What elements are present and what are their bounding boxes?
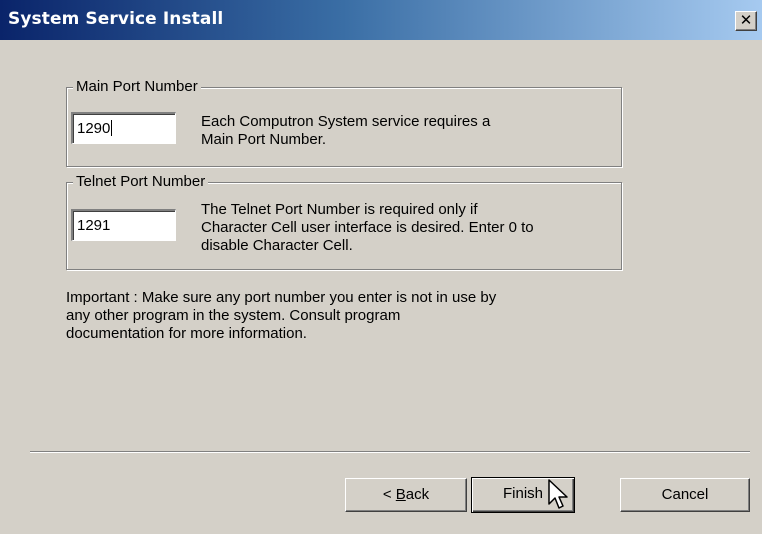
- main-port-value: 1290: [77, 120, 111, 137]
- text-caret: [111, 120, 113, 136]
- separator-line: [30, 451, 750, 453]
- main-port-description-line: Each Computron System service requires a: [201, 113, 491, 130]
- telnet-port-description: The Telnet Port Number is required only …: [201, 201, 534, 255]
- cancel-button-label: Cancel: [661, 486, 709, 503]
- back-button-prefix: <: [382, 486, 396, 503]
- back-button-rest: ack: [405, 486, 430, 503]
- window-title: System Service Install: [8, 9, 224, 29]
- important-note-line: Important : Make sure any port number yo…: [66, 289, 497, 306]
- main-port-input[interactable]: 1290: [71, 112, 176, 144]
- title-bar[interactable]: System Service Install ✕: [0, 0, 762, 40]
- telnet-port-input[interactable]: 1291: [71, 209, 176, 241]
- telnet-port-value: 1291: [77, 217, 111, 234]
- back-button[interactable]: < Back: [345, 478, 467, 512]
- telnet-port-description-line: disable Character Cell.: [201, 237, 353, 254]
- main-port-description: Each Computron System service requires a…: [201, 113, 490, 149]
- important-note-line: documentation for more information.: [66, 325, 307, 342]
- cancel-button[interactable]: Cancel: [620, 478, 750, 512]
- main-port-description-line: Main Port Number.: [201, 131, 327, 148]
- mouse-pointer-icon: [548, 479, 568, 509]
- telnet-port-description-line: Character Cell user interface is desired…: [201, 219, 534, 236]
- back-button-mnemonic: B: [395, 486, 406, 503]
- important-note-line: any other program in the system. Consult…: [66, 307, 401, 324]
- main-port-legend: Main Port Number: [73, 78, 201, 95]
- telnet-port-description-line: The Telnet Port Number is required only …: [201, 201, 478, 218]
- finish-button-label: Finish: [502, 485, 543, 502]
- system-service-install-dialog: System Service Install ✕ Main Port Numbe…: [0, 0, 762, 534]
- important-note: Important : Make sure any port number yo…: [66, 289, 606, 343]
- telnet-port-legend: Telnet Port Number: [73, 173, 209, 190]
- close-button[interactable]: ✕: [735, 11, 757, 31]
- close-icon: ✕: [739, 11, 753, 29]
